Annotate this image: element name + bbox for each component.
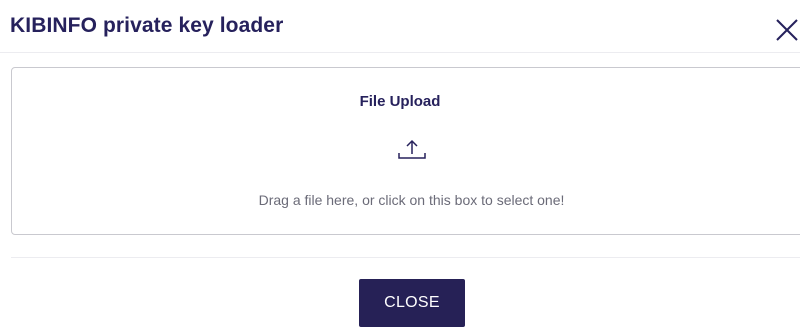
upload-icon xyxy=(397,139,427,161)
close-icon[interactable] xyxy=(774,17,800,43)
footer-divider xyxy=(11,257,800,258)
close-icon-graphic xyxy=(776,19,798,41)
dialog-header: KIBINFO private key loader xyxy=(0,0,800,53)
dialog-title: KIBINFO private key loader xyxy=(10,14,284,37)
upload-title: File Upload xyxy=(359,93,441,110)
key-loader-dialog: KIBINFO private key loader File Upload D… xyxy=(0,0,800,327)
upload-hint: Drag a file here, or click on this box t… xyxy=(258,192,565,208)
close-button[interactable]: CLOSE xyxy=(359,279,465,327)
